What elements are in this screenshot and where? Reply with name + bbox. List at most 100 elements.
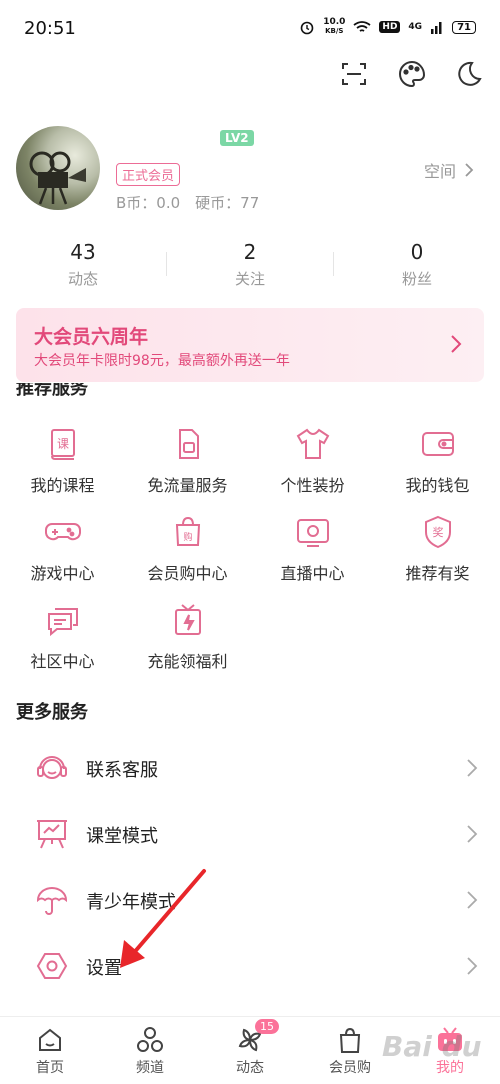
grid-item-label: 免流量服务 — [147, 476, 228, 495]
list-item-teen-mode[interactable]: 青少年模式 — [0, 868, 500, 934]
chevron-right-icon — [465, 163, 474, 177]
wallet-icon — [418, 424, 458, 464]
signal-icon — [431, 22, 442, 34]
grid-item-course[interactable]: 课 我的课程 — [0, 424, 125, 496]
grid-item-label: 我的课程 — [30, 476, 95, 495]
banner-title: 大会员六周年 — [34, 326, 149, 348]
nav-home[interactable]: 首页 — [0, 1017, 100, 1084]
stat-value: 0 — [410, 240, 424, 264]
scan-icon — [342, 63, 366, 85]
grid-item-wallet[interactable]: 我的钱包 — [375, 424, 500, 496]
battery-indicator: 71 — [452, 20, 476, 34]
vip-promo-banner[interactable]: 大会员六周年 大会员年卡限时98元，最高额外再送一年 — [16, 308, 484, 382]
grid-item-free-data[interactable]: 免流量服务 — [125, 424, 250, 496]
watermark: Bai du — [382, 1030, 482, 1063]
avatar[interactable] — [16, 126, 100, 210]
chevron-right-icon — [467, 759, 478, 777]
status-icons: 10.0 KB/S HD 4G 71 — [299, 18, 476, 36]
stat-followers[interactable]: 0 粉丝 — [334, 240, 500, 289]
nav-label: 频道 — [136, 1060, 164, 1076]
channel-icon — [135, 1025, 165, 1055]
course-icon: 课 — [43, 424, 83, 464]
settings-icon — [34, 948, 70, 984]
grid-item-label: 游戏中心 — [30, 564, 95, 583]
grid-item-live-center[interactable]: 直播中心 — [250, 512, 375, 584]
svg-text:购: 购 — [183, 531, 192, 543]
grid-item-member-shop[interactable]: 购 会员购中心 — [125, 512, 250, 584]
tshirt-icon — [293, 424, 333, 464]
list-item-classroom-mode[interactable]: 课堂模式 — [0, 802, 500, 868]
chevron-right-icon — [451, 335, 462, 353]
more-section-title: 更多服务 — [16, 702, 88, 723]
list-item-label: 青少年模式 — [86, 892, 176, 913]
grid-item-label: 社区中心 — [30, 652, 95, 671]
list-item-customer-service[interactable]: 联系客服 — [0, 736, 500, 802]
stat-label: 粉丝 — [401, 270, 432, 288]
coin-balance: B币：0.0 硬币：77 — [116, 194, 260, 212]
hd-badge: HD — [379, 21, 401, 33]
umbrella-icon — [34, 882, 70, 918]
nav-label: 首页 — [36, 1060, 64, 1076]
grid-item-label: 充能领福利 — [147, 652, 228, 671]
stat-posts[interactable]: 43 动态 — [0, 240, 166, 289]
grid-item-referral-reward[interactable]: 奖 推荐有奖 — [375, 512, 500, 584]
net-speed: 10.0 KB/S — [323, 18, 345, 36]
stat-value: 43 — [70, 240, 96, 264]
sim-card-icon — [168, 424, 208, 464]
reward-badge-icon: 奖 — [418, 512, 458, 552]
palette-icon — [399, 60, 426, 88]
notification-badge: 15 — [255, 1019, 279, 1034]
list-item-settings[interactable]: 设置 — [0, 934, 500, 1000]
grid-item-label: 推荐有奖 — [405, 564, 470, 583]
scan-button[interactable] — [336, 56, 372, 92]
stat-label: 关注 — [234, 270, 265, 288]
list-item-label: 设置 — [86, 958, 122, 979]
stat-value: 2 — [243, 240, 257, 264]
status-time: 20:51 — [24, 18, 76, 39]
grid-item-dress-up[interactable]: 个性装扮 — [250, 424, 375, 496]
pinwheel-icon: 15 — [235, 1019, 279, 1055]
grid-item-label: 会员购中心 — [147, 564, 228, 583]
live-tv-icon — [293, 512, 333, 552]
svg-text:课: 课 — [56, 437, 68, 451]
gift-bolt-icon — [168, 600, 208, 640]
home-icon — [35, 1025, 65, 1055]
net-speed-unit: KB/S — [325, 27, 344, 35]
gamepad-icon — [43, 512, 83, 552]
grid-item-label: 个性装扮 — [280, 476, 345, 495]
list-item-label: 课堂模式 — [86, 826, 158, 847]
film-projector-icon — [29, 151, 86, 205]
grid-item-label: 我的钱包 — [405, 476, 470, 495]
shopping-bag-icon — [335, 1025, 365, 1055]
space-link[interactable]: 空间 — [424, 158, 474, 182]
banner-subtitle: 大会员年卡限时98元，最高额外再送一年 — [34, 353, 290, 369]
chevron-right-icon — [467, 825, 478, 843]
status-bar: 20:51 10.0 KB/S HD 4G 71 — [0, 0, 500, 60]
grid-item-charge-rewards[interactable]: 充能领福利 — [125, 600, 250, 672]
chat-bubbles-icon — [43, 600, 83, 640]
stat-label: 动态 — [67, 270, 98, 288]
net-speed-value: 10.0 — [323, 17, 346, 27]
classroom-icon — [34, 816, 70, 852]
space-link-label: 空间 — [424, 162, 457, 181]
chevron-right-icon — [467, 957, 478, 975]
level-badge: LV2 — [220, 130, 254, 146]
moon-icon — [458, 61, 482, 86]
svg-text:奖: 奖 — [432, 525, 443, 539]
grid-item-label: 直播中心 — [280, 564, 345, 583]
night-mode-button[interactable] — [450, 56, 486, 92]
nav-channel[interactable]: 频道 — [100, 1017, 200, 1084]
theme-button[interactable] — [394, 56, 430, 92]
signal-label: 4G — [408, 22, 423, 32]
headset-icon — [34, 750, 70, 786]
chevron-right-icon — [467, 891, 478, 909]
grid-item-game-center[interactable]: 游戏中心 — [0, 512, 125, 584]
shopping-bag-icon: 购 — [168, 512, 208, 552]
nav-dynamic[interactable]: 15 动态 — [200, 1017, 300, 1084]
grid-item-community[interactable]: 社区中心 — [0, 600, 125, 672]
vip-tag: 正式会员 — [116, 163, 181, 186]
nav-label: 动态 — [236, 1060, 264, 1076]
stat-following[interactable]: 2 关注 — [167, 240, 333, 289]
list-item-label: 联系客服 — [86, 760, 158, 781]
wifi-icon — [353, 21, 371, 32]
